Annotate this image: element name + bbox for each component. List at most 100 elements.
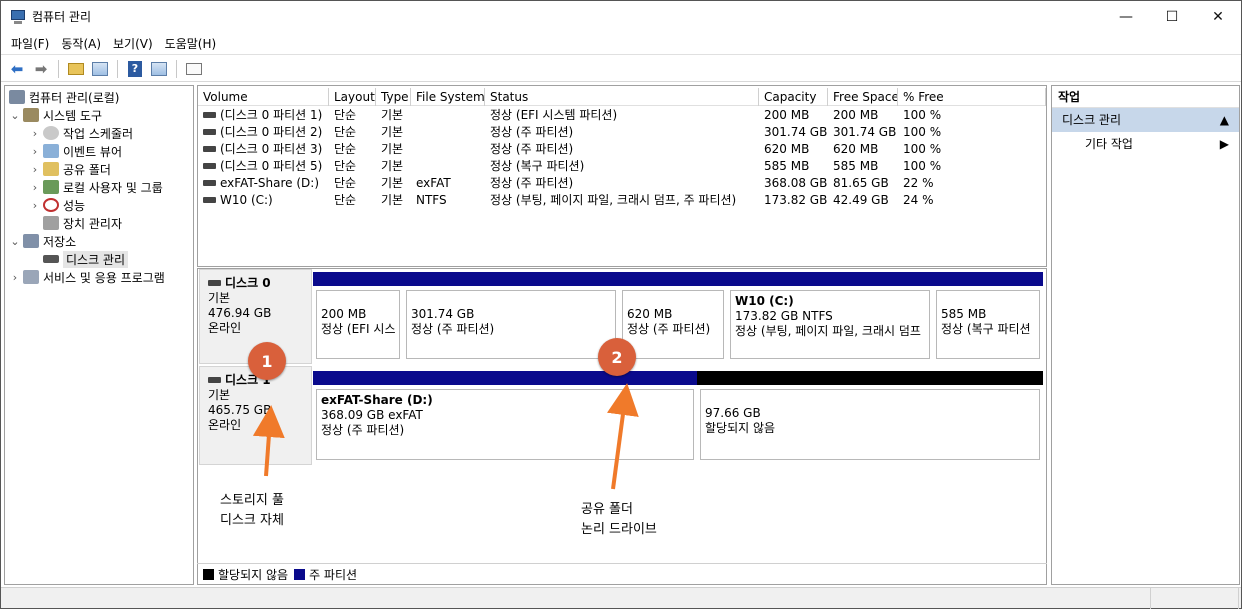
window-title: 컴퓨터 관리 [32, 10, 92, 24]
volume-icon [203, 145, 216, 152]
tree-item-disk-management[interactable]: 디스크 관리 [29, 250, 129, 268]
show-hide-tree-button[interactable] [89, 58, 111, 80]
back-button[interactable]: ⬅ [6, 58, 28, 80]
disk-1-label[interactable]: 디스크 1 기본 465.75 GB 온라인 [199, 366, 312, 465]
column-header-volume[interactable]: Volume [198, 88, 329, 106]
menu-bar: 파일(F) 동작(A) 보기(V) 도움말(H) [1, 32, 1241, 55]
clock-icon [43, 126, 59, 140]
forward-arrow-icon: ➡ [34, 59, 48, 78]
tree-item-services-apps[interactable]: › 서비스 및 응용 프로그램 [9, 268, 165, 286]
unallocated-swatch [203, 569, 214, 580]
toolbar-separator [117, 59, 118, 78]
table-row[interactable]: (디스크 0 파티션 3) 단순 기본 정상 (주 파티션) 620 MB 62… [198, 141, 958, 158]
volume-icon [203, 128, 216, 135]
up-folder-button[interactable] [65, 58, 87, 80]
column-header-layout[interactable]: Layout [329, 88, 376, 106]
close-button[interactable]: ✕ [1195, 1, 1241, 32]
show-hide-action-pane-button[interactable] [148, 58, 170, 80]
partition-unallocated[interactable]: 97.66 GB 할당되지 않음 [697, 371, 1043, 463]
help-icon: ? [128, 60, 142, 77]
chevron-down-icon[interactable]: ⌄ [9, 109, 21, 122]
forward-button[interactable]: ➡ [30, 58, 52, 80]
volume-icon [203, 179, 216, 186]
actions-header: 작업 [1052, 86, 1239, 108]
table-row[interactable]: exFAT-Share (D:) 단순 기본 exFAT 정상 (주 파티션) … [198, 175, 958, 192]
partition-efi[interactable]: 200 MB 정상 (EFI 시스 [313, 272, 403, 362]
partition-w10-c[interactable]: W10 (C:) 173.82 GB NTFS 정상 (부팅, 페이지 파일, … [727, 272, 933, 362]
chevron-right-icon[interactable]: › [29, 163, 41, 176]
column-header-capacity[interactable]: Capacity [759, 88, 828, 106]
tree-item-root[interactable]: 컴퓨터 관리(로컬) [7, 88, 119, 106]
chevron-right-icon[interactable]: › [29, 199, 41, 212]
column-header-file-system[interactable]: File System [411, 88, 485, 106]
tree-item-event-viewer[interactable]: › 이벤트 뷰어 [29, 142, 122, 160]
toolbar: ⬅ ➡ ? [1, 56, 1241, 82]
chevron-right-icon[interactable]: › [29, 145, 41, 158]
chevron-right-icon[interactable]: › [29, 127, 41, 140]
chevron-down-icon[interactable]: ⌄ [9, 235, 21, 248]
actions-pane: 작업 디스크 관리 ▲ 기타 작업 ▶ [1051, 85, 1240, 585]
computer-management-icon [10, 9, 26, 25]
table-row[interactable]: (디스크 0 파티션 1) 단순 기본 정상 (EFI 시스템 파티션) 200… [198, 107, 958, 124]
chevron-right-icon[interactable]: › [9, 271, 21, 284]
action-more-actions[interactable]: 기타 작업 ▶ [1052, 132, 1239, 156]
partition-exfat-share-d[interactable]: exFAT-Share (D:) 368.09 GB exFAT 정상 (주 파… [313, 371, 697, 463]
tree-item-shared-folders[interactable]: › 공유 폴더 [29, 160, 111, 178]
menu-help[interactable]: 도움말(H) [159, 35, 223, 52]
volume-list: Volume Layout Type File System Status Ca… [197, 85, 1047, 267]
device-manager-icon [43, 216, 59, 230]
disk-icon [208, 279, 221, 286]
partition-primary-2[interactable]: 620 MB 정상 (주 파티션) [619, 272, 727, 362]
status-bar [1, 587, 1241, 609]
partition-recovery[interactable]: 585 MB 정상 (복구 파티션 [933, 272, 1043, 362]
users-icon [43, 180, 59, 194]
action-pane-icon [151, 61, 167, 76]
toolbar-separator [58, 59, 59, 78]
tree-item-device-manager[interactable]: 장치 관리자 [29, 214, 122, 232]
folder-up-icon [68, 62, 84, 75]
collapse-up-icon[interactable]: ▲ [1220, 108, 1229, 132]
table-row[interactable]: (디스크 0 파티션 2) 단순 기본 정상 (주 파티션) 301.74 GB… [198, 124, 958, 141]
volume-icon [203, 162, 216, 169]
submenu-arrow-icon: ▶ [1219, 137, 1229, 151]
partition-primary-1[interactable]: 301.74 GB 정상 (주 파티션) [403, 272, 619, 362]
console-tree: 컴퓨터 관리(로컬) ⌄ 시스템 도구 › 작업 스케줄러 › 이벤트 뷰어 ›… [4, 85, 194, 585]
table-row[interactable]: (디스크 0 파티션 5) 단순 기본 정상 (복구 파티션) 585 MB 5… [198, 158, 958, 175]
tree-item-performance[interactable]: › 성능 [29, 196, 85, 214]
chevron-right-icon[interactable]: › [29, 181, 41, 194]
back-arrow-icon: ⬅ [10, 59, 24, 78]
title-bar: 컴퓨터 관리 — ☐ ✕ [1, 1, 1241, 32]
tree-item-system-tools[interactable]: ⌄ 시스템 도구 [9, 106, 102, 124]
callout-1: 1 [248, 342, 286, 380]
properties-button[interactable] [183, 58, 205, 80]
menu-file[interactable]: 파일(F) [5, 35, 55, 52]
column-header-free-space[interactable]: Free Space [828, 88, 898, 106]
event-viewer-icon [43, 144, 59, 158]
table-row[interactable]: W10 (C:) 단순 기본 NTFS 정상 (부팅, 페이지 파일, 크래시 … [198, 192, 958, 209]
callout-2: 2 [598, 338, 636, 376]
toolbar-separator [176, 59, 177, 78]
maximize-button[interactable]: ☐ [1149, 1, 1195, 32]
tree-item-task-scheduler[interactable]: › 작업 스케줄러 [29, 124, 133, 142]
storage-icon [23, 234, 39, 248]
help-button[interactable]: ? [124, 58, 146, 80]
properties-icon [186, 62, 202, 75]
tools-icon [23, 108, 39, 122]
tree-item-local-users[interactable]: › 로컬 사용자 및 그룹 [29, 178, 163, 196]
menu-view[interactable]: 보기(V) [107, 35, 159, 52]
column-header-type[interactable]: Type [376, 88, 411, 106]
shared-folder-icon [43, 162, 59, 176]
disk-icon [43, 255, 59, 263]
actions-section-disk-management[interactable]: 디스크 관리 ▲ [1052, 108, 1239, 132]
disk-icon [208, 376, 221, 383]
annotation-note-2: 공유 폴더 논리 드라이브 [581, 502, 657, 537]
volume-icon [203, 111, 216, 118]
minimize-button[interactable]: — [1103, 1, 1149, 32]
column-header-percent-free[interactable]: % Free [898, 88, 1046, 106]
volume-list-header: Volume Layout Type File System Status Ca… [198, 88, 1046, 106]
column-header-status[interactable]: Status [485, 88, 759, 106]
primary-partition-swatch [294, 569, 306, 580]
menu-action[interactable]: 동작(A) [55, 35, 107, 52]
volume-icon [203, 196, 216, 203]
tree-item-storage[interactable]: ⌄ 저장소 [9, 232, 76, 250]
